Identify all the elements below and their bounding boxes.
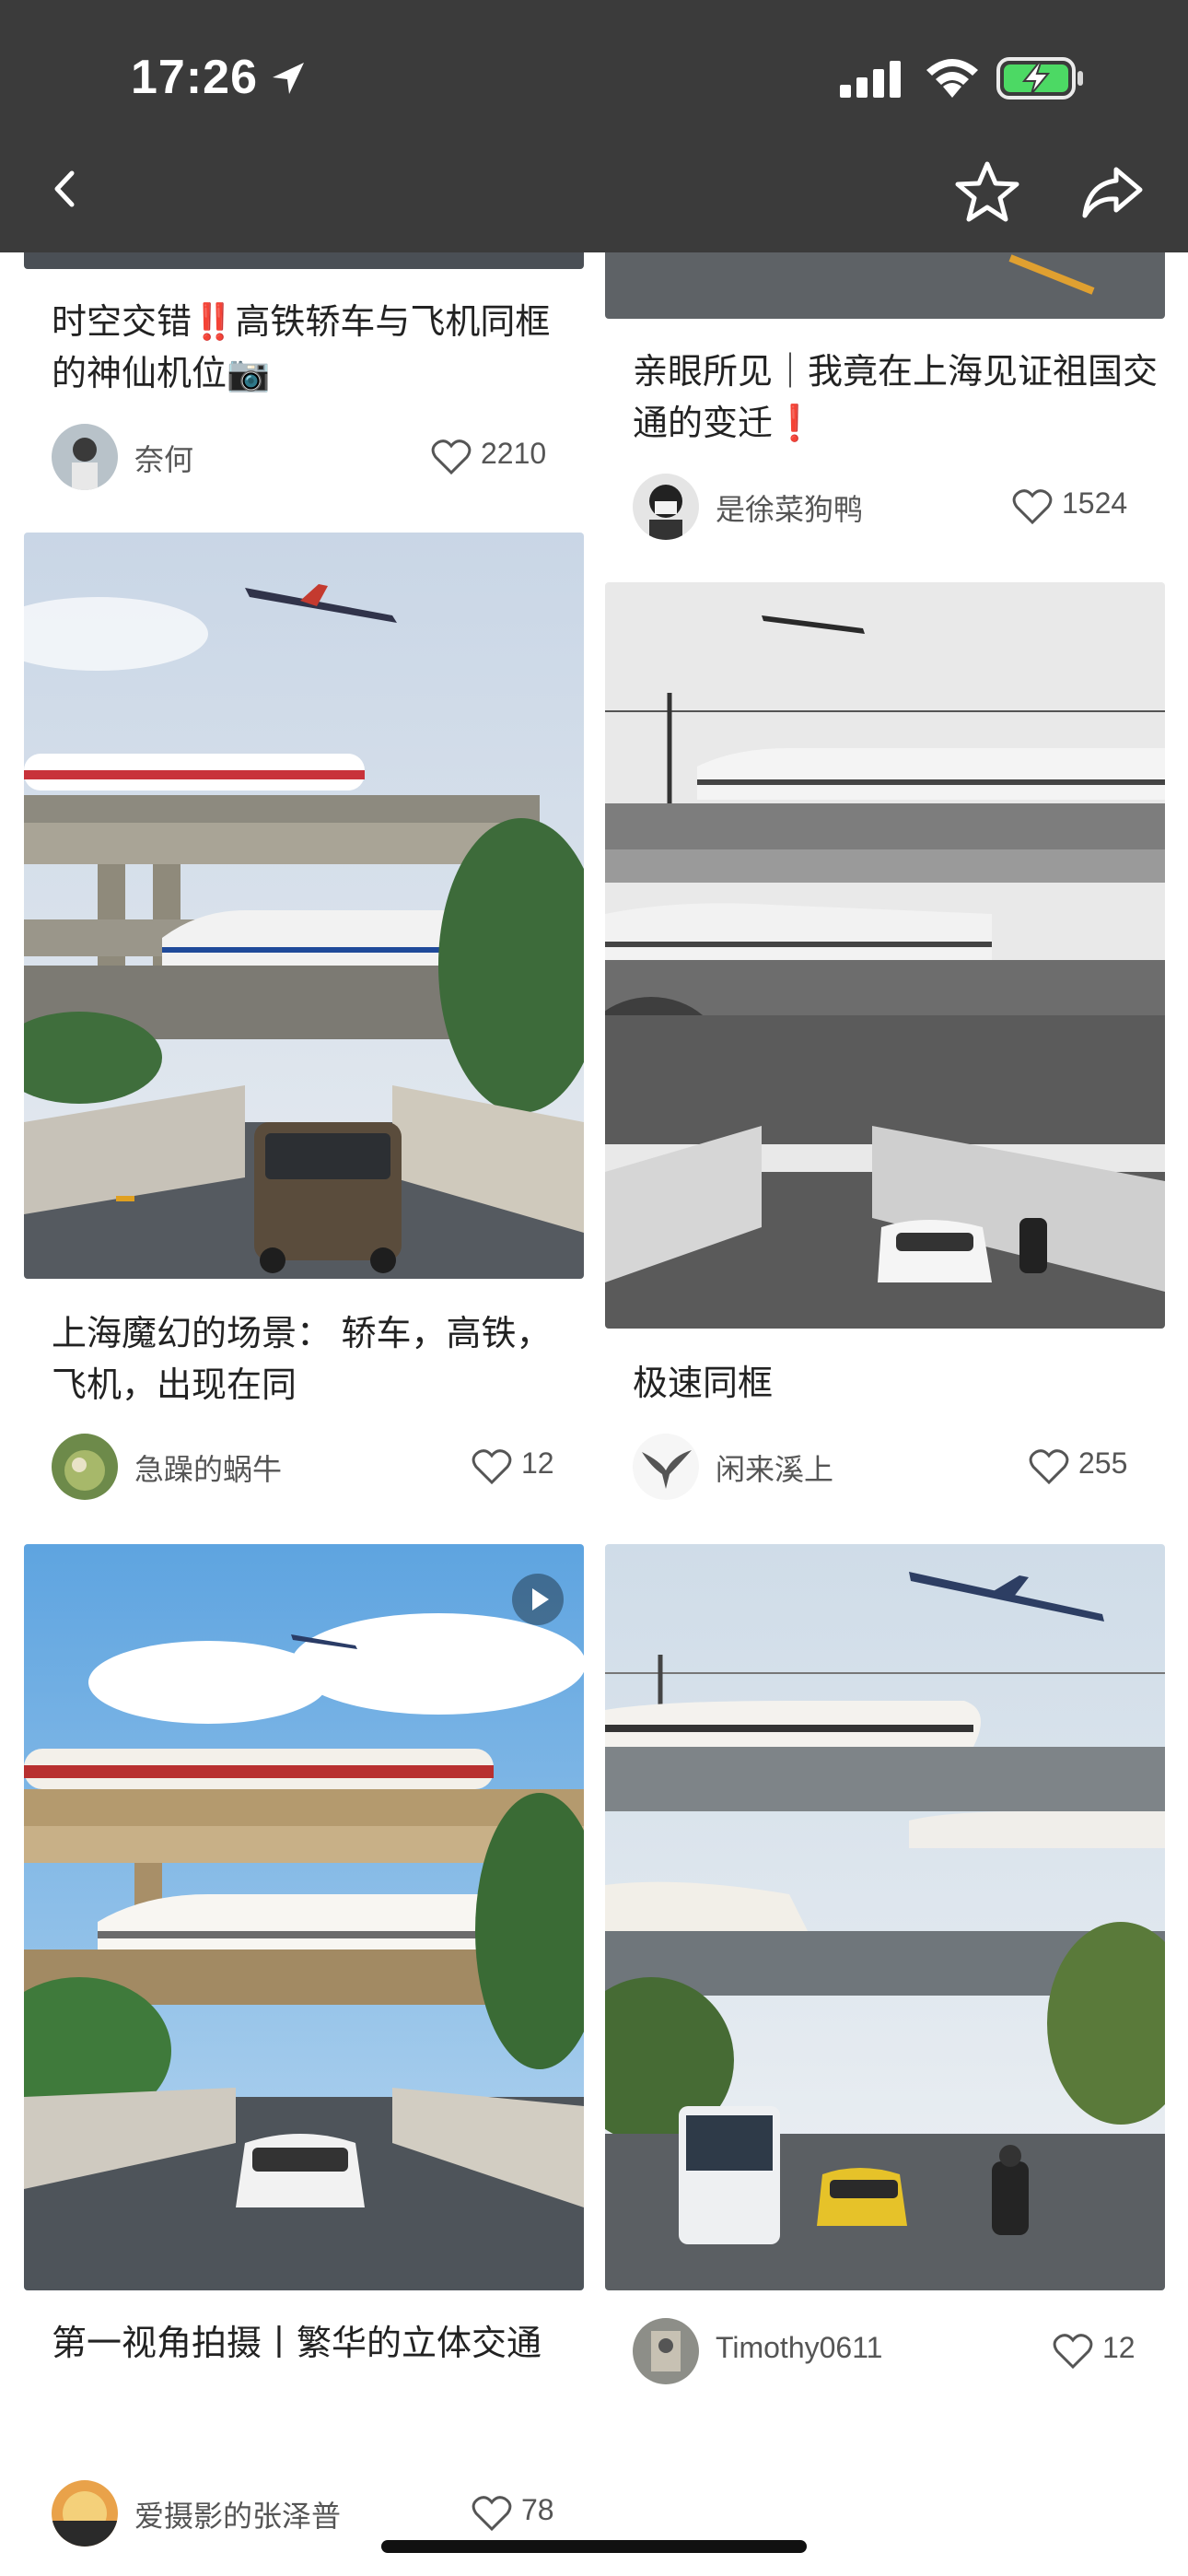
top-bar: 17:26 [0,0,1188,252]
card-meta: 爱摄影的张泽普 78 [52,2480,567,2547]
card-photo[interactable] [24,1544,584,2290]
card-title: 第一视角拍摄丨繁华的立体交通 [52,2324,542,2363]
avatar[interactable] [633,2318,699,2384]
avatar[interactable] [52,1434,118,1500]
author-name[interactable]: Timothy0611 [716,2331,882,2365]
like-count: 255 [1078,1446,1128,1480]
author-name[interactable]: 闲来溪上 [716,1446,833,1489]
heart-icon[interactable] [1053,2333,1093,2370]
heart-icon[interactable] [472,1448,512,1485]
card-title: 上海魔幻的场景： 轿车，高铁，飞机，出现在同 [52,1315,552,1405]
like-count: 2210 [481,437,547,470]
like-count: 78 [521,2493,554,2526]
card-photo[interactable] [605,1544,1165,2290]
feed-card[interactable]: 上海魔幻的场景： 轿车，高铁，飞机，出现在同 急躁的蜗牛 12 [0,533,594,1500]
card-photo[interactable] [605,582,1165,1329]
avatar[interactable] [633,474,699,540]
card-title: 极速同框 [633,1364,774,1403]
avatar[interactable] [52,424,118,490]
share-icon[interactable] [1079,158,1146,225]
status-time: 17:26 [131,51,258,104]
video-play-icon[interactable] [510,1572,565,1627]
avatar[interactable] [52,2480,118,2547]
heart-icon[interactable] [1029,1448,1069,1485]
author-name[interactable]: 急躁的蜗牛 [134,1446,282,1489]
feed-card[interactable]: 极速同框 闲来溪上 255 [594,582,1188,1504]
author-name[interactable]: 是徐菜狗鸭 [716,486,863,529]
home-indicator[interactable] [381,2540,807,2553]
like-count: 1524 [1062,486,1128,520]
like-count: 12 [1102,2331,1136,2364]
card-photo[interactable] [24,533,584,1279]
author-name[interactable]: 奈何 [134,437,193,479]
like-count: 12 [521,1446,554,1480]
feed-card[interactable]: 第一视角拍摄丨繁华的立体交通 爱摄影的张泽普 78 [0,1544,594,2548]
card-meta: 是徐菜狗鸭 1524 [633,474,1167,540]
wifi-icon [926,59,978,98]
avatar[interactable] [633,1434,699,1500]
star-icon[interactable] [954,158,1020,225]
heart-icon[interactable] [472,2495,512,2532]
card-title: 亲眼所见｜我竟在上海见证祖国交通的变迁❗ [633,353,1159,443]
back-chevron-icon[interactable] [46,166,83,212]
author-name[interactable]: 爱摄影的张泽普 [134,2493,341,2535]
heart-icon[interactable] [431,439,472,475]
card-meta: 急躁的蜗牛 12 [52,1434,567,1500]
battery-charging-icon [996,57,1083,100]
card-meta: Timothy0611 12 [633,2318,1167,2384]
location-arrow-icon [273,63,304,94]
card-title: 时空交错‼️高铁轿车与飞机同框的神仙机位📷 [52,303,551,393]
card-meta: 奈何 2210 [52,424,567,490]
feed-card[interactable]: Timothy0611 12 [594,1544,1188,2465]
cellular-signal-icon [840,61,901,98]
card-meta: 闲来溪上 255 [633,1434,1167,1500]
heart-icon[interactable] [1012,488,1053,525]
